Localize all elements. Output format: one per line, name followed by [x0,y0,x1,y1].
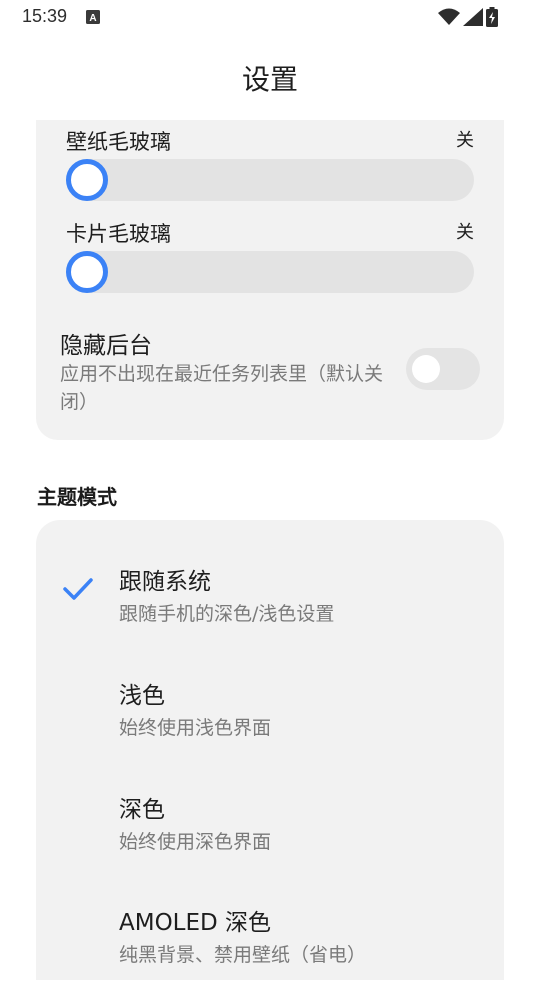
theme-option-title: 跟随系统 [119,569,211,595]
wallpaper-blur-label: 壁纸毛玻璃 [66,130,171,154]
hide-background-description: 应用不出现在最近任务列表里（默认关闭） [60,363,384,413]
hide-background-toggle[interactable] [406,348,480,390]
card-blur-value: 关 [456,222,474,243]
signal-icon [463,8,483,26]
theme-option-description: 纯黑背景、禁用壁纸（省电） [119,944,367,966]
status-bar: 15:39 A [0,0,540,34]
a-letter-icon: A [86,10,100,24]
theme-option-title: 深色 [119,797,165,823]
theme-option-title: AMOLED 深色 [119,910,272,936]
battery-charging-icon [486,7,498,27]
card-blur-slider-thumb[interactable] [66,251,108,293]
theme-option-description: 始终使用浅色界面 [119,717,272,739]
wallpaper-blur-slider[interactable] [66,159,474,201]
wifi-icon [438,8,460,25]
theme-option-follow-system[interactable]: 跟随系统 跟随手机的深色/浅色设置 [36,535,504,645]
wallpaper-blur-slider-thumb[interactable] [66,159,108,201]
wallpaper-blur-value: 关 [456,130,474,151]
card-blur-slider[interactable] [66,251,474,293]
page-title: 设置 [241,63,298,96]
theme-option-description: 始终使用深色界面 [119,831,272,853]
toggle-knob [412,355,440,383]
theme-section-heading: 主题模式 [37,485,117,509]
theme-option-description: 跟随手机的深色/浅色设置 [119,603,335,625]
status-time: 15:39 [22,6,68,26]
card-blur-label: 卡片毛玻璃 [66,222,171,246]
theme-option-light[interactable]: 浅色 始终使用浅色界面 [36,649,504,759]
theme-option-amoled[interactable]: AMOLED 深色 纯黑背景、禁用壁纸（省电） [36,876,504,986]
theme-card: 跟随系统 跟随手机的深色/浅色设置 浅色 始终使用浅色界面 深色 始终使用深色界… [36,520,504,980]
theme-option-dark[interactable]: 深色 始终使用深色界面 [36,763,504,873]
theme-option-title: 浅色 [119,683,165,709]
check-icon [63,578,93,600]
svg-text:A: A [89,13,96,24]
hide-background-label: 隐藏后台 [60,333,152,359]
settings-card: 壁纸毛玻璃 关 卡片毛玻璃 关 隐藏后台 应用不出现在最近任务列表里（默认关闭） [36,120,504,440]
